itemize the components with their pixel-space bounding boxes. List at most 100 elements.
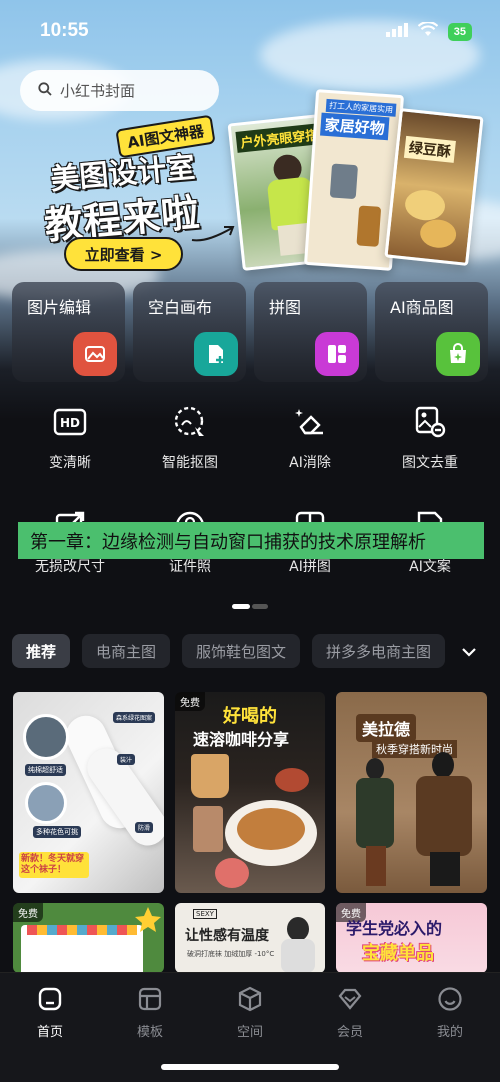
star-icon: [133, 905, 163, 939]
poster-title: 家居好物: [320, 112, 390, 141]
vase-shape: [356, 205, 382, 247]
template-card-socks[interactable]: 纯棉超舒适 多种花色可挑 森系绿花图案 装汁 防滑 新款！冬天就穿这个袜子！: [13, 692, 164, 893]
free-badge: 免费: [13, 903, 43, 922]
canvas-plus-icon: [194, 332, 238, 376]
home-icon: [36, 985, 64, 1013]
tool-image-dedup[interactable]: 图文去重: [370, 405, 490, 472]
template-card-note[interactable]: 免费: [13, 903, 164, 973]
tab-ecommerce-main[interactable]: 电商主图: [82, 634, 171, 668]
home-indicator: [161, 1064, 339, 1070]
page-dot-active: [232, 604, 250, 609]
template-card-student[interactable]: 免费 学生党必入的 宝藏单品: [336, 903, 487, 973]
poster-title: 绿豆酥: [403, 135, 456, 163]
battery-indicator: 35: [447, 22, 472, 41]
wifi-icon: [417, 21, 439, 41]
feature-card-blank-canvas[interactable]: 空白画布: [133, 282, 246, 382]
tile-label: 森系绿花图案: [113, 712, 156, 723]
tile-label: 多种花色可挑: [33, 826, 81, 838]
cube-icon: [236, 985, 264, 1013]
page-dot: [252, 604, 268, 609]
pastry-shape: [215, 858, 249, 888]
nav-home[interactable]: 首页: [10, 985, 90, 1040]
image-dedup-icon: [413, 405, 447, 439]
tile-subtitle: 破洞打底袜 加绒加厚 -10°C: [187, 950, 275, 958]
tab-pinduoduo[interactable]: 拼多多电商主图: [312, 634, 446, 668]
bunting-decoration: [27, 925, 137, 935]
arrow-doodle-icon: [190, 222, 238, 248]
product-photo: [25, 782, 67, 824]
coffee-cup: [191, 754, 229, 798]
model-figure: [430, 852, 460, 886]
overlay-caption: 第一章：边缘检测与自动窗口捕获的技术原理解析: [18, 522, 484, 559]
feature-card-label: AI商品图: [390, 298, 454, 317]
feature-card-label: 空白画布: [148, 298, 213, 317]
pastry-shape: [275, 768, 309, 792]
model-figure: [366, 758, 384, 780]
tool-label: 无损改尺寸: [35, 559, 105, 575]
model-figure: [356, 778, 394, 848]
feature-card-label: 图片编辑: [27, 298, 92, 317]
free-badge: 免费: [175, 692, 205, 711]
svg-text:HD: HD: [60, 416, 80, 430]
tile-label: 防滑: [135, 822, 154, 833]
status-time: 10:55: [40, 20, 89, 41]
feature-card-image-edit[interactable]: 图片编辑: [12, 282, 125, 382]
tile-subtitle: 宝藏单品: [362, 943, 434, 964]
profile-icon: [436, 985, 464, 1013]
signal-icon: [385, 22, 408, 41]
search-placeholder: 小红书封面: [60, 82, 136, 100]
tool-smart-cutout[interactable]: 智能抠图: [130, 405, 250, 472]
model-figure: [281, 939, 315, 973]
pastry-shape: [418, 217, 458, 250]
tile-brand: SEXY: [193, 909, 217, 919]
nav-templates[interactable]: 模板: [110, 985, 190, 1040]
lamp-shape: [329, 163, 359, 200]
smart-cutout-icon: [173, 405, 207, 439]
nav-label: 空间: [236, 1025, 263, 1040]
collage-icon: [315, 332, 359, 376]
nav-space[interactable]: 空间: [210, 985, 290, 1040]
status-bar: 10:55 35: [0, 0, 500, 60]
banner-poster-food: 绿豆酥: [384, 108, 484, 266]
feature-card-ai-product[interactable]: AI商品图: [375, 282, 488, 382]
page-indicator: [232, 604, 268, 609]
model-figure: [366, 846, 386, 886]
nav-label: 首页: [36, 1025, 63, 1040]
tile-title: 美拉德: [356, 714, 417, 742]
model-figure: [416, 776, 472, 856]
tab-apparel[interactable]: 服饰鞋包图文: [182, 634, 301, 668]
tool-ai-erase[interactable]: AI消除: [250, 405, 370, 472]
search-icon: [38, 81, 52, 100]
view-now-button[interactable]: 立即查看 >: [64, 237, 183, 271]
template-card-tights[interactable]: SEXY 让性感有温度 破洞打底袜 加绒加厚 -10°C: [175, 903, 325, 973]
template-card-coffee[interactable]: 免费 好喝的 速溶咖啡分享: [175, 692, 325, 893]
hd-icon: HD: [53, 405, 87, 439]
tab-recommended[interactable]: 推荐: [12, 634, 71, 668]
coffee-cup: [237, 808, 305, 850]
search-input[interactable]: 小红书封面: [20, 70, 219, 111]
tool-label: 证件照: [169, 559, 211, 575]
model-figure: [287, 917, 309, 941]
feature-cards: 图片编辑 空白画布 拼图 AI商品图: [12, 282, 488, 382]
image-edit-icon: [73, 332, 117, 376]
template-card-fashion[interactable]: 美拉德 秋季穿搭新时尚: [336, 692, 487, 893]
chevron-down-icon: [461, 642, 477, 661]
tool-label: 智能抠图: [162, 455, 218, 471]
template-icon: [136, 985, 164, 1013]
nav-label: 模板: [136, 1025, 163, 1040]
tool-label: AI拼图: [289, 559, 331, 575]
tile-title: 让性感有温度: [185, 928, 269, 944]
feature-card-collage[interactable]: 拼图: [254, 282, 367, 382]
nav-profile[interactable]: 我的: [410, 985, 490, 1040]
nav-membership[interactable]: 会员: [310, 985, 390, 1040]
nav-label: 会员: [336, 1025, 363, 1040]
nav-label: 我的: [436, 1025, 463, 1040]
tile-caption: 新款！冬天就穿这个袜子！: [19, 852, 89, 878]
tool-label: 图文去重: [402, 455, 458, 471]
feature-card-label: 拼图: [269, 298, 302, 317]
category-tabs: 推荐 电商主图 服饰鞋包图文 拼多多电商主图: [12, 634, 446, 668]
tile-label: 装汁: [117, 754, 136, 765]
tile-title: 好喝的: [223, 706, 277, 727]
expand-tabs-button[interactable]: [452, 637, 486, 665]
tool-enhance-clarity[interactable]: HD 变清晰: [10, 405, 130, 472]
